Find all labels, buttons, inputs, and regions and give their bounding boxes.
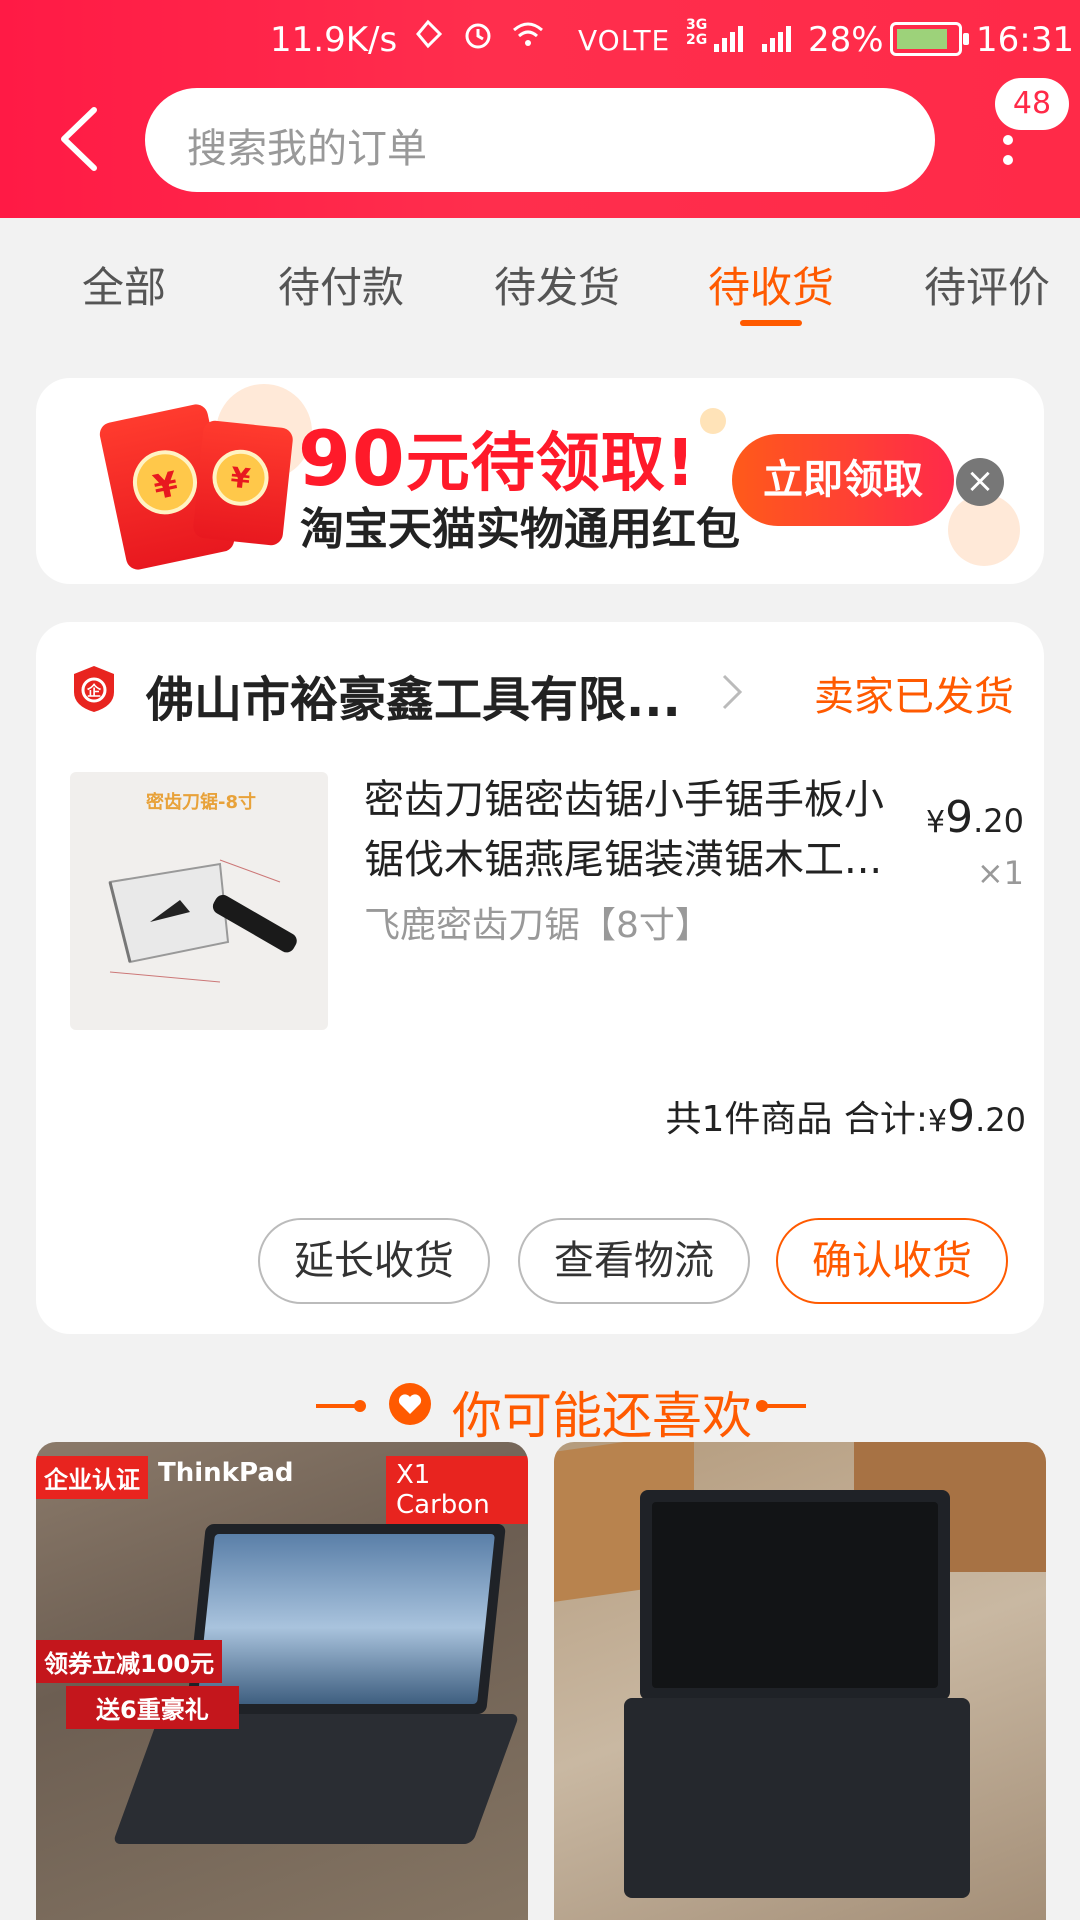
thinkpad-logo: ThinkPad bbox=[158, 1458, 294, 1488]
total-symbol: ¥ bbox=[928, 1104, 948, 1139]
network-type: 3G 2G bbox=[686, 17, 708, 48]
price-decimal: .20 bbox=[973, 802, 1024, 840]
order-card: 企 佛山市裕豪鑫工具有限... 卖家已发货 密齿刀锯-8寸 密齿刀锯密齿锯小手锯… bbox=[36, 622, 1044, 1334]
signal-icon-2 bbox=[762, 26, 791, 52]
clock: 16:31 bbox=[976, 20, 1074, 60]
more-vertical-icon[interactable] bbox=[990, 130, 1026, 170]
recommend-header: 你可能还喜欢 bbox=[0, 1370, 1080, 1450]
product-quantity: ×1 bbox=[976, 854, 1024, 892]
red-envelope-icon: ¥ bbox=[192, 419, 294, 547]
tab-pending-review[interactable]: 待评价 bbox=[924, 254, 1050, 315]
product-price: ¥9.20 bbox=[904, 792, 1024, 843]
volte-label: VOLTE bbox=[578, 24, 671, 57]
battery-icon bbox=[890, 22, 969, 56]
total-label: 共1件商品 合计: bbox=[665, 1099, 929, 1140]
enterprise-cert-tag: 企业认证 bbox=[36, 1456, 148, 1499]
order-total: 共1件商品 合计:¥9.20 bbox=[646, 1090, 1026, 1142]
confirm-receipt-button[interactable]: 确认收货 bbox=[776, 1218, 1008, 1304]
total-decimal: .20 bbox=[975, 1101, 1026, 1139]
close-icon[interactable]: × bbox=[956, 458, 1004, 506]
saw-illustration bbox=[108, 859, 297, 983]
decor-bubble bbox=[700, 408, 726, 434]
laptop-image bbox=[640, 1490, 950, 1700]
promo-amount: 90 bbox=[298, 414, 406, 503]
total-integer: 9 bbox=[947, 1091, 976, 1142]
shop-name[interactable]: 佛山市裕豪鑫工具有限... bbox=[146, 660, 681, 730]
coupon-tag: 领券立减100元 bbox=[36, 1640, 223, 1683]
heart-icon bbox=[389, 1383, 431, 1425]
product-image[interactable]: 密齿刀锯-8寸 bbox=[70, 772, 328, 1030]
svg-text:企: 企 bbox=[86, 683, 102, 700]
divider-line bbox=[760, 1404, 806, 1408]
battery-percent: 28% bbox=[808, 20, 884, 60]
search-input[interactable]: 搜索我的订单 bbox=[145, 88, 935, 192]
back-arrow-icon[interactable] bbox=[52, 104, 112, 174]
alarm-icon bbox=[465, 23, 491, 49]
laptop-keyboard bbox=[624, 1698, 970, 1898]
signal-icon bbox=[714, 26, 743, 52]
chevron-right-icon[interactable] bbox=[720, 672, 744, 712]
message-count-badge: 48 bbox=[995, 78, 1069, 130]
top-header: 11.9K/s VOLTE 3G 2G 28% 16:31 搜索我的订单 48 bbox=[0, 0, 1080, 218]
active-tab-indicator bbox=[740, 320, 802, 326]
order-status: 卖家已发货 bbox=[814, 674, 1014, 720]
laptop-keyboard bbox=[112, 1714, 520, 1844]
price-integer: 9 bbox=[945, 792, 974, 843]
red-packet-promo[interactable]: ¥ ¥ 90元待领取! 淘宝天猫实物通用红包 立即领取 × bbox=[36, 378, 1044, 584]
model-tag: X1 Carbon bbox=[386, 1456, 528, 1524]
status-icons bbox=[410, 16, 546, 52]
recommend-card[interactable] bbox=[554, 1442, 1046, 1920]
gift-tag: 送6重豪礼 bbox=[66, 1686, 239, 1729]
promo-headline: 90元待领取! bbox=[298, 412, 696, 504]
wifi-icon bbox=[513, 22, 543, 46]
tab-pending-payment[interactable]: 待付款 bbox=[278, 254, 404, 315]
product-sku: 飞鹿密齿刀锯【8寸】 bbox=[364, 905, 711, 946]
recommend-title: 你可能还喜欢 bbox=[452, 1387, 752, 1445]
tab-all[interactable]: 全部 bbox=[82, 254, 166, 315]
divider-dot bbox=[354, 1400, 366, 1412]
claim-now-button[interactable]: 立即领取 bbox=[732, 434, 954, 526]
status-bar: 11.9K/s VOLTE 3G 2G 28% 16:31 bbox=[0, 0, 1080, 80]
search-placeholder: 搜索我的订单 bbox=[187, 126, 427, 172]
promo-subline: 淘宝天猫实物通用红包 bbox=[300, 504, 740, 555]
tab-pending-receipt[interactable]: 待收货 bbox=[708, 254, 834, 315]
price-symbol: ¥ bbox=[926, 805, 946, 840]
product-title[interactable]: 密齿刀锯密齿锯小手锯手板小锯伐木锯燕尾锯装潢锯木工... bbox=[364, 770, 904, 890]
recommend-card[interactable]: 企业认证 ThinkPad X1 Carbon 领券立减100元 送6重豪礼 bbox=[36, 1442, 528, 1920]
promo-headline-suffix: 元待领取! bbox=[405, 427, 696, 501]
order-tabs: 全部 待付款 待发货 待收货 待评价 bbox=[0, 218, 1080, 342]
net-speed: 11.9K/s bbox=[270, 20, 398, 60]
extend-receipt-button[interactable]: 延长收货 bbox=[258, 1218, 490, 1304]
rotate-icon bbox=[416, 19, 443, 49]
view-logistics-button[interactable]: 查看物流 bbox=[518, 1218, 750, 1304]
tmall-shop-icon: 企 bbox=[74, 666, 114, 712]
tab-pending-shipment[interactable]: 待发货 bbox=[494, 254, 620, 315]
